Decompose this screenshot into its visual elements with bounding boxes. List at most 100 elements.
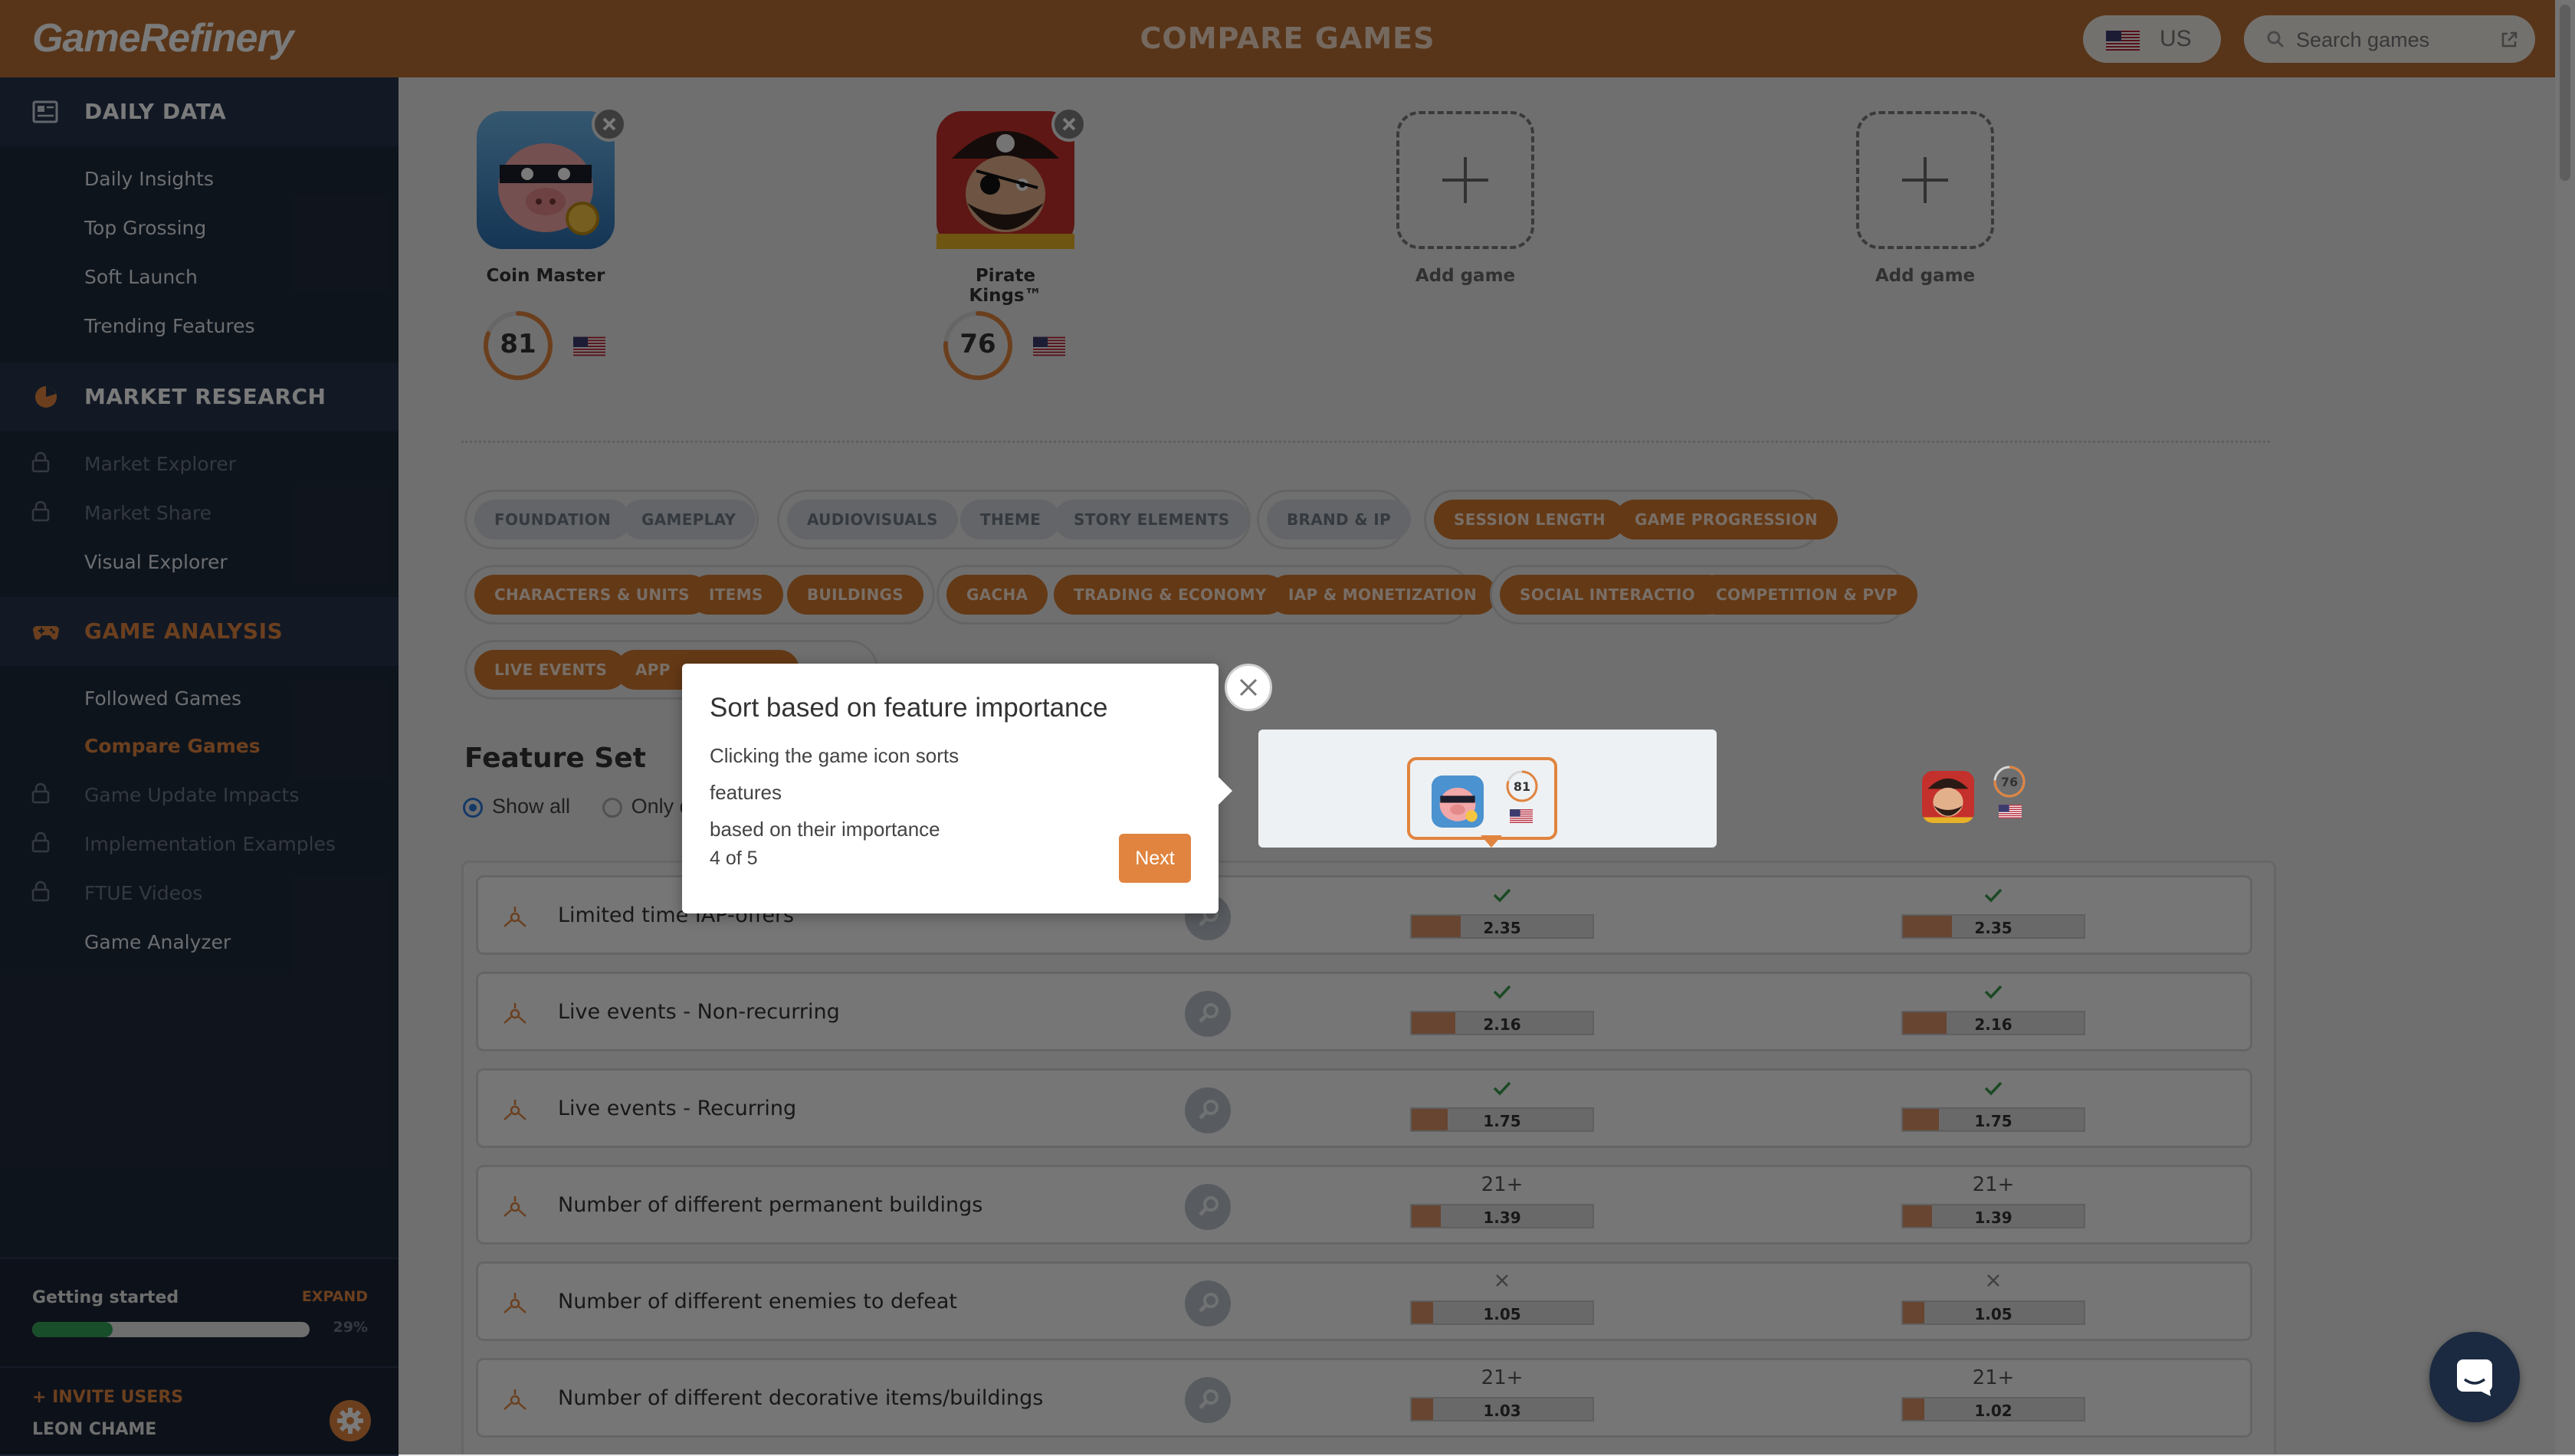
filter-chip-characters-units[interactable]: CHARACTERS & UNITS [474,575,710,615]
feature-mark: 21+ [1901,1173,2085,1201]
sidebar-item-game-update-impacts[interactable]: Game Update Impacts [84,784,299,806]
feature-label: Live events - Non-recurring [558,1000,840,1024]
sidebar-item-market-explorer[interactable]: Market Explorer [84,453,236,475]
filter-chip-items[interactable]: ITEMS [689,575,783,615]
only-differences-radio[interactable]: Only d [602,795,691,818]
country-selector[interactable]: US [2083,15,2221,63]
add-game-button[interactable] [1396,111,1534,249]
score-ring: 81 [481,309,555,382]
tooltip-body: Clicking the game icon sorts features ba… [710,737,1032,848]
filter-chip-gacha[interactable]: GACHA [946,575,1048,615]
next-button[interactable]: Next [1119,834,1191,883]
remove-game-button[interactable] [592,107,627,142]
filter-chip-game-progression[interactable]: GAME PROGRESSION [1615,500,1838,539]
feature-row[interactable]: Number of different enemies to defeat 1.… [476,1261,2252,1341]
filter-chip-gameplay[interactable]: GAMEPLAY [622,500,756,539]
sidebar-item-visual-explorer[interactable]: Visual Explorer [84,551,228,573]
importance-bar: 1.75 [1410,1107,1594,1132]
external-link-icon[interactable] [2500,31,2518,49]
sidebar-item-game-analyzer[interactable]: Game Analyzer [84,931,231,953]
add-game-slot-2[interactable]: Add game [1856,111,1994,286]
radio-button[interactable] [463,797,483,818]
feature-row[interactable]: Number of different decorative items/bui… [476,1358,2252,1438]
game-icon-coin-master[interactable] [477,107,627,249]
add-game-slot-1[interactable]: Add game [1396,111,1534,286]
feature-mark: 21+ [1901,1366,2085,1394]
sort-by-game-button-2[interactable]: 76 [1922,765,2037,834]
expand-button[interactable]: EXPAND [302,1288,368,1305]
feature-info-button[interactable] [1185,1377,1231,1423]
sort-by-game-button[interactable]: 81 [1407,757,1557,840]
chat-launcher-button[interactable] [2429,1332,2520,1422]
sidebar-item-trending-features[interactable]: Trending Features [84,315,255,337]
feature-row[interactable]: Live events - Recurring 1.75 1.75 [476,1068,2252,1148]
feature-value-cell: 2.16 [1410,980,1594,1035]
feature-info-button[interactable] [1185,1087,1231,1133]
filter-chip-trading-economy[interactable]: TRADING & ECONOMY [1054,575,1287,615]
lock-icon [31,782,50,804]
filter-chip-audiovisuals[interactable]: AUDIOVISUALS [787,500,958,539]
radio-button[interactable] [602,797,622,818]
filter-chip-iap-monetization[interactable]: IAP & MONETIZATION [1268,575,1497,615]
feature-info-button[interactable] [1185,991,1231,1037]
section-daily-data[interactable]: DAILY DATA [0,77,399,146]
tooltip-title: Sort based on feature importance [710,693,1108,723]
getting-started-title: Getting started [32,1288,179,1307]
show-all-radio[interactable]: Show all [463,795,570,818]
feature-value-cell: 1.05 [1901,1270,2085,1325]
feature-mark-text: 21+ [1972,1173,2015,1196]
progression-icon [504,1196,526,1217]
scrollbar-thumb[interactable] [2560,5,2570,181]
importance-value: 1.39 [1974,1208,2012,1227]
sidebar-item-top-grossing[interactable]: Top Grossing [84,217,206,239]
page-scrollbar[interactable] [2555,0,2575,1454]
feature-value-cell: 2.16 [1901,980,2085,1035]
settings-button[interactable] [330,1400,371,1441]
sidebar-item-compare-games[interactable]: Compare Games [84,735,261,757]
tour-close-button[interactable] [1225,664,1272,711]
filter-chip-live-events[interactable]: LIVE EVENTS [474,650,628,690]
sidebar-item-soft-launch[interactable]: Soft Launch [84,266,198,288]
sidebar-item-market-share[interactable]: Market Share [84,502,212,524]
sidebar-item-followed-games[interactable]: Followed Games [84,687,241,710]
progression-icon [504,1389,526,1410]
sidebar-item-daily-insights[interactable]: Daily Insights [84,168,214,190]
importance-bar: 1.39 [1410,1204,1594,1228]
feature-table: Limited time IAP-offers 2.35 2.35 Live e… [461,861,2276,1454]
filter-chip-session-length[interactable]: SESSION LENGTH [1434,500,1625,539]
search-input[interactable] [2295,25,2489,55]
section-label: MARKET RESEARCH [84,384,326,409]
feature-label: Live events - Recurring [558,1097,797,1120]
search-box[interactable] [2244,15,2535,63]
feature-info-button[interactable] [1185,1281,1231,1326]
filter-chip-story-elements[interactable]: STORY ELEMENTS [1054,500,1250,539]
feature-row[interactable]: Live events - Non-recurring 2.16 2.16 [476,972,2252,1051]
filter-chip-social-interaction[interactable]: SOCIAL INTERACTION [1500,575,1728,615]
filter-chip-buildings[interactable]: BUILDINGS [787,575,923,615]
add-game-label: Add game [1415,266,1516,286]
filter-chip-theme[interactable]: THEME [960,500,1061,539]
section-market-research[interactable]: MARKET RESEARCH [0,362,399,431]
user-name: LEON CHAME [32,1420,157,1439]
game-score: 81 [500,329,536,359]
invite-users-link[interactable]: + INVITE USERS [32,1388,183,1407]
feature-info-button[interactable] [1185,1184,1231,1230]
section-game-analysis[interactable]: GAME ANALYSIS [0,597,399,666]
us-flag-icon [1999,805,2022,818]
filter-chip-brand-ip[interactable]: BRAND & IP [1267,500,1411,539]
filter-group-1: FOUNDATION GAMEPLAY [464,490,759,549]
filter-chip-competition-pvp[interactable]: COMPETITION & PVP [1696,575,1918,615]
importance-bar: 2.35 [1410,914,1594,939]
mini-score-ring: 81 [1505,769,1539,803]
filter-group-2: AUDIOVISUALS THEME STORY ELEMENTS [777,490,1251,549]
game-icon-pirate-kings[interactable] [937,107,1087,249]
game-slot-1: Coin Master [477,107,627,286]
feature-filter-radios: Show all Only d [463,795,691,818]
add-game-button[interactable] [1856,111,1994,249]
feature-mark [1901,1077,2085,1104]
feature-row[interactable]: Number of different permanent buildings … [476,1165,2252,1244]
filter-chip-foundation[interactable]: FOUNDATION [474,500,631,539]
sidebar-item-ftue-videos[interactable]: FTUE Videos [84,882,202,904]
remove-game-button[interactable] [1051,107,1087,142]
sidebar-item-implementation-examples[interactable]: Implementation Examples [84,833,336,855]
